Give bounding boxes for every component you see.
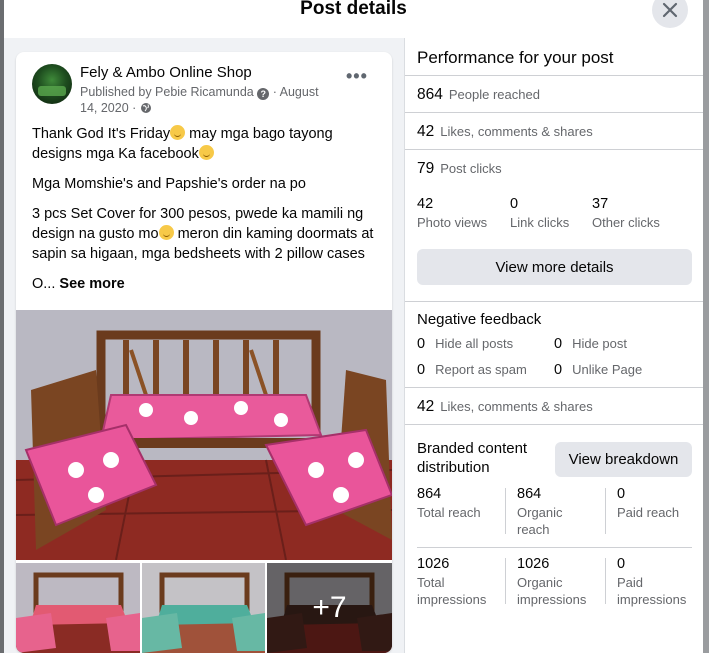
post-clicks-label: Post clicks	[440, 161, 502, 176]
divider	[405, 387, 703, 388]
report-as-spam: 0 Report as spam	[417, 362, 527, 378]
post-text: Thank God It's Friday may mga bago tayon…	[32, 124, 382, 304]
main-photo[interactable]	[16, 310, 392, 560]
published-by: Published by Pebie Ricamunda	[80, 85, 254, 99]
negative-feedback-title: Negative feedback	[417, 311, 542, 328]
hide-post: 0 Hide post	[554, 336, 627, 352]
post-clicks: 79 Post clicks	[417, 160, 502, 178]
report-as-spam-value: 0	[417, 362, 426, 378]
close-button[interactable]	[652, 0, 688, 28]
emoji-icon	[170, 125, 186, 140]
branded-content-title: Branded content distribution	[417, 440, 528, 476]
thumbnail-image	[16, 563, 140, 653]
page-name[interactable]: Fely & Ambo Online Shop	[80, 64, 252, 81]
paid-reach: 0 Paid reach	[617, 484, 697, 521]
thumbnail-3[interactable]: +7	[267, 563, 392, 653]
organic-reach-label: Organic reach	[517, 505, 563, 537]
photo-thumbnails: +7	[16, 563, 392, 653]
total-impressions: 1026 Total impressions	[417, 554, 502, 608]
photo-views: 42 Photo views	[417, 194, 487, 231]
hide-all-posts-value: 0	[417, 336, 426, 352]
thumbnail-1[interactable]	[16, 563, 140, 653]
total-reach-value: 864	[417, 486, 442, 502]
background-right	[703, 0, 709, 653]
divider	[405, 301, 703, 302]
paid-reach-label: Paid reach	[617, 505, 680, 520]
thumbnail-2[interactable]	[142, 563, 265, 653]
column-divider	[605, 488, 606, 534]
divider	[405, 424, 703, 425]
organic-impressions: 1026 Organic impressions	[517, 554, 597, 608]
unlike-page-value: 0	[554, 362, 563, 378]
furniture-photo	[16, 310, 392, 560]
link-clicks-value: 0	[510, 196, 519, 212]
column-divider	[505, 558, 506, 604]
hide-all-posts-label: Hide all posts	[435, 336, 514, 351]
people-reached: 864 People reached	[417, 86, 540, 104]
divider	[405, 112, 703, 113]
total-impressions-value: 1026	[417, 556, 450, 572]
post-text-line1: Thank God It's Friday	[32, 126, 171, 142]
photo-views-label: Photo views	[417, 215, 488, 230]
photo-views-value: 42	[417, 196, 434, 212]
thumbnail-image	[142, 563, 265, 653]
link-clicks: 0 Link clicks	[510, 194, 569, 231]
total-reach-label: Total reach	[417, 505, 481, 520]
paid-reach-value: 0	[617, 486, 626, 502]
engagement-label: Likes, comments & shares	[440, 124, 593, 139]
organic-reach: 864 Organic reach	[517, 484, 592, 538]
globe-icon	[140, 103, 151, 113]
organic-impressions-label: Organic impressions	[517, 575, 587, 607]
engagement-value: 42	[417, 123, 435, 140]
view-breakdown-button[interactable]: View breakdown	[555, 442, 692, 477]
total-impressions-label: Total impressions	[417, 575, 487, 607]
hide-post-label: Hide post	[572, 336, 627, 351]
unlike-page: 0 Unlike Page	[554, 362, 642, 378]
post-text-line2: Mga Momshie's and Papshie's order na po	[32, 176, 306, 192]
avatar[interactable]	[32, 64, 72, 104]
hide-post-value: 0	[554, 336, 563, 352]
unlike-page-label: Unlike Page	[572, 362, 643, 377]
post-meta: Published by Pebie Ricamunda ? · August …	[80, 85, 319, 115]
people-reached-label: People reached	[448, 87, 540, 102]
emoji-icon	[158, 225, 174, 240]
view-more-details-button[interactable]: View more details	[417, 249, 692, 285]
post-text-line4: O...	[32, 276, 60, 292]
engagement-summary-label: Likes, comments & shares	[440, 399, 593, 414]
paid-impressions-label: Paid impressions	[617, 575, 687, 607]
dialog-title: Post details	[300, 0, 407, 19]
dialog-header: Post details	[4, 0, 703, 38]
performance-panel: Performance for your post 864 People reac…	[404, 38, 703, 653]
link-clicks-label: Link clicks	[510, 215, 570, 230]
engagement: 42 Likes, comments & shares	[417, 123, 593, 141]
paid-impressions: 0 Paid impressions	[617, 554, 697, 608]
divider	[405, 149, 703, 150]
column-divider	[505, 488, 506, 534]
total-reach: 864 Total reach	[417, 484, 502, 521]
divider	[417, 547, 692, 548]
organic-reach-value: 864	[517, 486, 542, 502]
report-as-spam-label: Report as spam	[435, 362, 527, 377]
hide-all-posts: 0 Hide all posts	[417, 336, 513, 352]
other-clicks-value: 37	[592, 196, 609, 212]
divider	[405, 75, 703, 76]
paid-impressions-value: 0	[617, 556, 626, 572]
help-icon[interactable]: ?	[257, 88, 270, 100]
column-divider	[605, 558, 606, 604]
people-reached-value: 864	[417, 86, 443, 103]
emoji-icon	[198, 145, 214, 160]
performance-title: Performance for your post	[417, 48, 614, 67]
post-clicks-value: 79	[417, 160, 435, 177]
see-more-link[interactable]: See more	[59, 276, 124, 292]
more-options-icon[interactable]: •••	[346, 66, 368, 87]
organic-impressions-value: 1026	[517, 556, 550, 572]
close-icon	[662, 2, 678, 18]
other-clicks: 37 Other clicks	[592, 194, 660, 231]
other-clicks-label: Other clicks	[592, 215, 660, 230]
post-details-dialog: Post details Fely & Ambo Online Shop Pub…	[4, 0, 703, 653]
engagement-summary: 42 Likes, comments & shares	[417, 398, 593, 416]
post-card: Fely & Ambo Online Shop Published by Peb…	[16, 52, 392, 653]
more-photos-count[interactable]: +7	[267, 563, 392, 653]
engagement-summary-value: 42	[417, 398, 435, 415]
